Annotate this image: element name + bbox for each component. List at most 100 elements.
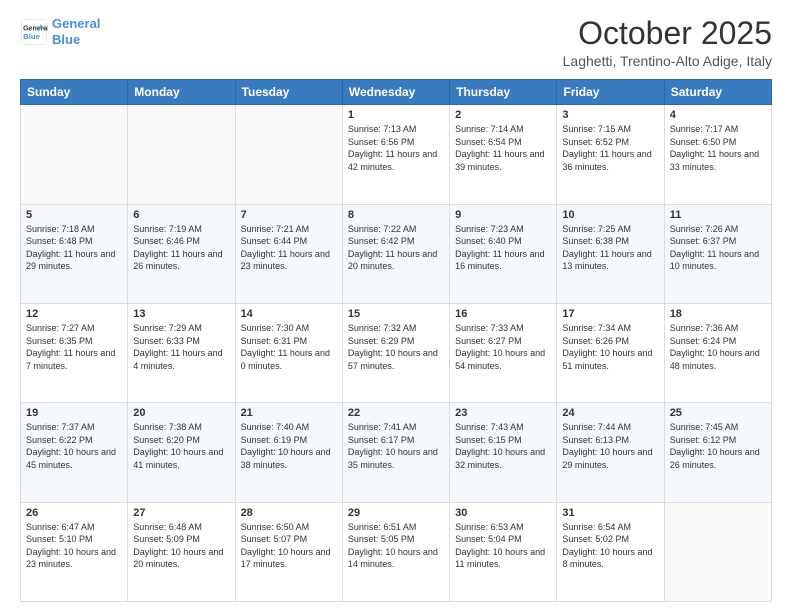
- calendar-cell: 26 Sunrise: 6:47 AMSunset: 5:10 PMDayligh…: [21, 502, 128, 601]
- calendar-cell: 14Sunrise: 7:30 AMSunset: 6:31 PMDayligh…: [235, 303, 342, 402]
- calendar-cell: 19 Sunrise: 7:37 AMSunset: 6:22 PMDayligh…: [21, 403, 128, 502]
- calendar-cell: 5 Sunrise: 7:18 AMSunset: 6:48 PMDaylight…: [21, 204, 128, 303]
- day-number: 28: [241, 507, 337, 519]
- day-number: 18: [670, 308, 766, 320]
- day-number: 30: [455, 507, 551, 519]
- calendar-cell: 27 Sunrise: 6:48 AMSunset: 5:09 PMDayligh…: [128, 502, 235, 601]
- day-number: 5: [26, 209, 122, 221]
- day-info: Sunrise: 7:43 AMSunset: 6:15 PMDaylight:…: [455, 421, 551, 471]
- day-info: Sunrise: 6:51 AMSunset: 5:05 PMDaylight:…: [348, 521, 444, 571]
- day-info: Sunrise: 6:47 AMSunset: 5:10 PMDaylight:…: [26, 521, 122, 571]
- day-info: Sunrise: 7:29 AMSunset: 6:33 PMDaylight:…: [133, 322, 229, 372]
- calendar-cell: 30 Sunrise: 6:53 AMSunset: 5:04 PMDayligh…: [450, 502, 557, 601]
- calendar-cell: 6 Sunrise: 7:19 AMSunset: 6:46 PMDaylight…: [128, 204, 235, 303]
- calendar-cell: 3Sunrise: 7:15 AMSunset: 6:52 PMDaylight…: [557, 105, 664, 204]
- day-info: Sunrise: 7:18 AMSunset: 6:48 PMDaylight:…: [26, 223, 122, 273]
- day-number: 12: [26, 308, 122, 320]
- calendar-cell: 2Sunrise: 7:14 AMSunset: 6:54 PMDaylight…: [450, 105, 557, 204]
- calendar-cell: [235, 105, 342, 204]
- day-info: Sunrise: 7:23 AMSunset: 6:40 PMDaylight:…: [455, 223, 551, 273]
- day-number: 26: [26, 507, 122, 519]
- logo-icon: General Blue: [20, 18, 48, 46]
- day-info: Sunrise: 7:25 AMSunset: 6:38 PMDaylight:…: [562, 223, 658, 273]
- day-info: Sunrise: 7:45 AMSunset: 6:12 PMDaylight:…: [670, 421, 766, 471]
- calendar-cell: 17Sunrise: 7:34 AMSunset: 6:26 PMDayligh…: [557, 303, 664, 402]
- weekday-header-tuesday: Tuesday: [235, 80, 342, 105]
- day-info: Sunrise: 7:36 AMSunset: 6:24 PMDaylight:…: [670, 322, 766, 372]
- calendar-cell: 7Sunrise: 7:21 AMSunset: 6:44 PMDaylight…: [235, 204, 342, 303]
- header: General Blue General Blue October 2025 L…: [20, 16, 772, 69]
- day-number: 1: [348, 109, 444, 121]
- calendar-cell: 11Sunrise: 7:26 AMSunset: 6:37 PMDayligh…: [664, 204, 771, 303]
- calendar-table: SundayMondayTuesdayWednesdayThursdayFrid…: [20, 79, 772, 602]
- calendar-header-row: SundayMondayTuesdayWednesdayThursdayFrid…: [21, 80, 772, 105]
- weekday-header-thursday: Thursday: [450, 80, 557, 105]
- calendar-cell: 13 Sunrise: 7:29 AMSunset: 6:33 PMDayligh…: [128, 303, 235, 402]
- logo-text: General Blue: [52, 16, 100, 47]
- calendar-cell: 23 Sunrise: 7:43 AMSunset: 6:15 PMDayligh…: [450, 403, 557, 502]
- calendar-week-1: 1 Sunrise: 7:13 AMSunset: 6:56 PMDaylight…: [21, 105, 772, 204]
- month-title: October 2025: [563, 16, 772, 51]
- calendar-cell: 29 Sunrise: 6:51 AMSunset: 5:05 PMDayligh…: [342, 502, 449, 601]
- day-number: 8: [348, 209, 444, 221]
- calendar-cell: 22 Sunrise: 7:41 AMSunset: 6:17 PMDayligh…: [342, 403, 449, 502]
- calendar-cell: 21 Sunrise: 7:40 AMSunset: 6:19 PMDayligh…: [235, 403, 342, 502]
- calendar-week-3: 12 Sunrise: 7:27 AMSunset: 6:35 PMDayligh…: [21, 303, 772, 402]
- calendar-cell: 15Sunrise: 7:32 AMSunset: 6:29 PMDayligh…: [342, 303, 449, 402]
- weekday-header-saturday: Saturday: [664, 80, 771, 105]
- day-info: Sunrise: 6:54 AMSunset: 5:02 PMDaylight:…: [562, 521, 658, 571]
- location-title: Laghetti, Trentino-Alto Adige, Italy: [563, 53, 772, 69]
- day-info: Sunrise: 7:44 AMSunset: 6:13 PMDaylight:…: [562, 421, 658, 471]
- day-info: Sunrise: 6:48 AMSunset: 5:09 PMDaylight:…: [133, 521, 229, 571]
- weekday-header-friday: Friday: [557, 80, 664, 105]
- calendar-cell: 16 Sunrise: 7:33 AMSunset: 6:27 PMDayligh…: [450, 303, 557, 402]
- day-info: Sunrise: 7:14 AMSunset: 6:54 PMDaylight:…: [455, 123, 551, 173]
- day-number: 27: [133, 507, 229, 519]
- day-info: Sunrise: 7:41 AMSunset: 6:17 PMDaylight:…: [348, 421, 444, 471]
- day-info: Sunrise: 7:27 AMSunset: 6:35 PMDaylight:…: [26, 322, 122, 372]
- day-number: 19: [26, 407, 122, 419]
- day-number: 21: [241, 407, 337, 419]
- day-number: 17: [562, 308, 658, 320]
- day-number: 31: [562, 507, 658, 519]
- day-number: 29: [348, 507, 444, 519]
- page: General Blue General Blue October 2025 L…: [0, 0, 792, 612]
- calendar-cell: 10 Sunrise: 7:25 AMSunset: 6:38 PMDayligh…: [557, 204, 664, 303]
- day-number: 23: [455, 407, 551, 419]
- svg-text:Blue: Blue: [23, 32, 41, 41]
- day-info: Sunrise: 7:13 AMSunset: 6:56 PMDaylight:…: [348, 123, 444, 173]
- day-info: Sunrise: 7:40 AMSunset: 6:19 PMDaylight:…: [241, 421, 337, 471]
- day-info: Sunrise: 7:37 AMSunset: 6:22 PMDaylight:…: [26, 421, 122, 471]
- day-number: 14: [241, 308, 337, 320]
- day-number: 24: [562, 407, 658, 419]
- calendar-cell: 20Sunrise: 7:38 AMSunset: 6:20 PMDayligh…: [128, 403, 235, 502]
- day-number: 16: [455, 308, 551, 320]
- day-number: 15: [348, 308, 444, 320]
- calendar-cell: 24 Sunrise: 7:44 AMSunset: 6:13 PMDayligh…: [557, 403, 664, 502]
- weekday-header-wednesday: Wednesday: [342, 80, 449, 105]
- calendar-cell: 31 Sunrise: 6:54 AMSunset: 5:02 PMDayligh…: [557, 502, 664, 601]
- day-number: 9: [455, 209, 551, 221]
- weekday-header-sunday: Sunday: [21, 80, 128, 105]
- day-number: 22: [348, 407, 444, 419]
- calendar-cell: 1 Sunrise: 7:13 AMSunset: 6:56 PMDaylight…: [342, 105, 449, 204]
- day-info: Sunrise: 7:21 AMSunset: 6:44 PMDaylight:…: [241, 223, 337, 273]
- calendar-cell: [128, 105, 235, 204]
- calendar-cell: 28Sunrise: 6:50 AMSunset: 5:07 PMDayligh…: [235, 502, 342, 601]
- logo: General Blue General Blue: [20, 16, 100, 47]
- day-info: Sunrise: 7:19 AMSunset: 6:46 PMDaylight:…: [133, 223, 229, 273]
- day-number: 11: [670, 209, 766, 221]
- calendar-cell: 18 Sunrise: 7:36 AMSunset: 6:24 PMDayligh…: [664, 303, 771, 402]
- day-info: Sunrise: 6:53 AMSunset: 5:04 PMDaylight:…: [455, 521, 551, 571]
- calendar-cell: 4 Sunrise: 7:17 AMSunset: 6:50 PMDaylight…: [664, 105, 771, 204]
- day-number: 10: [562, 209, 658, 221]
- day-number: 4: [670, 109, 766, 121]
- day-number: 13: [133, 308, 229, 320]
- calendar-week-4: 19 Sunrise: 7:37 AMSunset: 6:22 PMDayligh…: [21, 403, 772, 502]
- calendar-cell: 12 Sunrise: 7:27 AMSunset: 6:35 PMDayligh…: [21, 303, 128, 402]
- day-info: Sunrise: 7:17 AMSunset: 6:50 PMDaylight:…: [670, 123, 766, 173]
- title-block: October 2025 Laghetti, Trentino-Alto Adi…: [563, 16, 772, 69]
- calendar-week-5: 26 Sunrise: 6:47 AMSunset: 5:10 PMDayligh…: [21, 502, 772, 601]
- day-number: 6: [133, 209, 229, 221]
- day-info: Sunrise: 7:33 AMSunset: 6:27 PMDaylight:…: [455, 322, 551, 372]
